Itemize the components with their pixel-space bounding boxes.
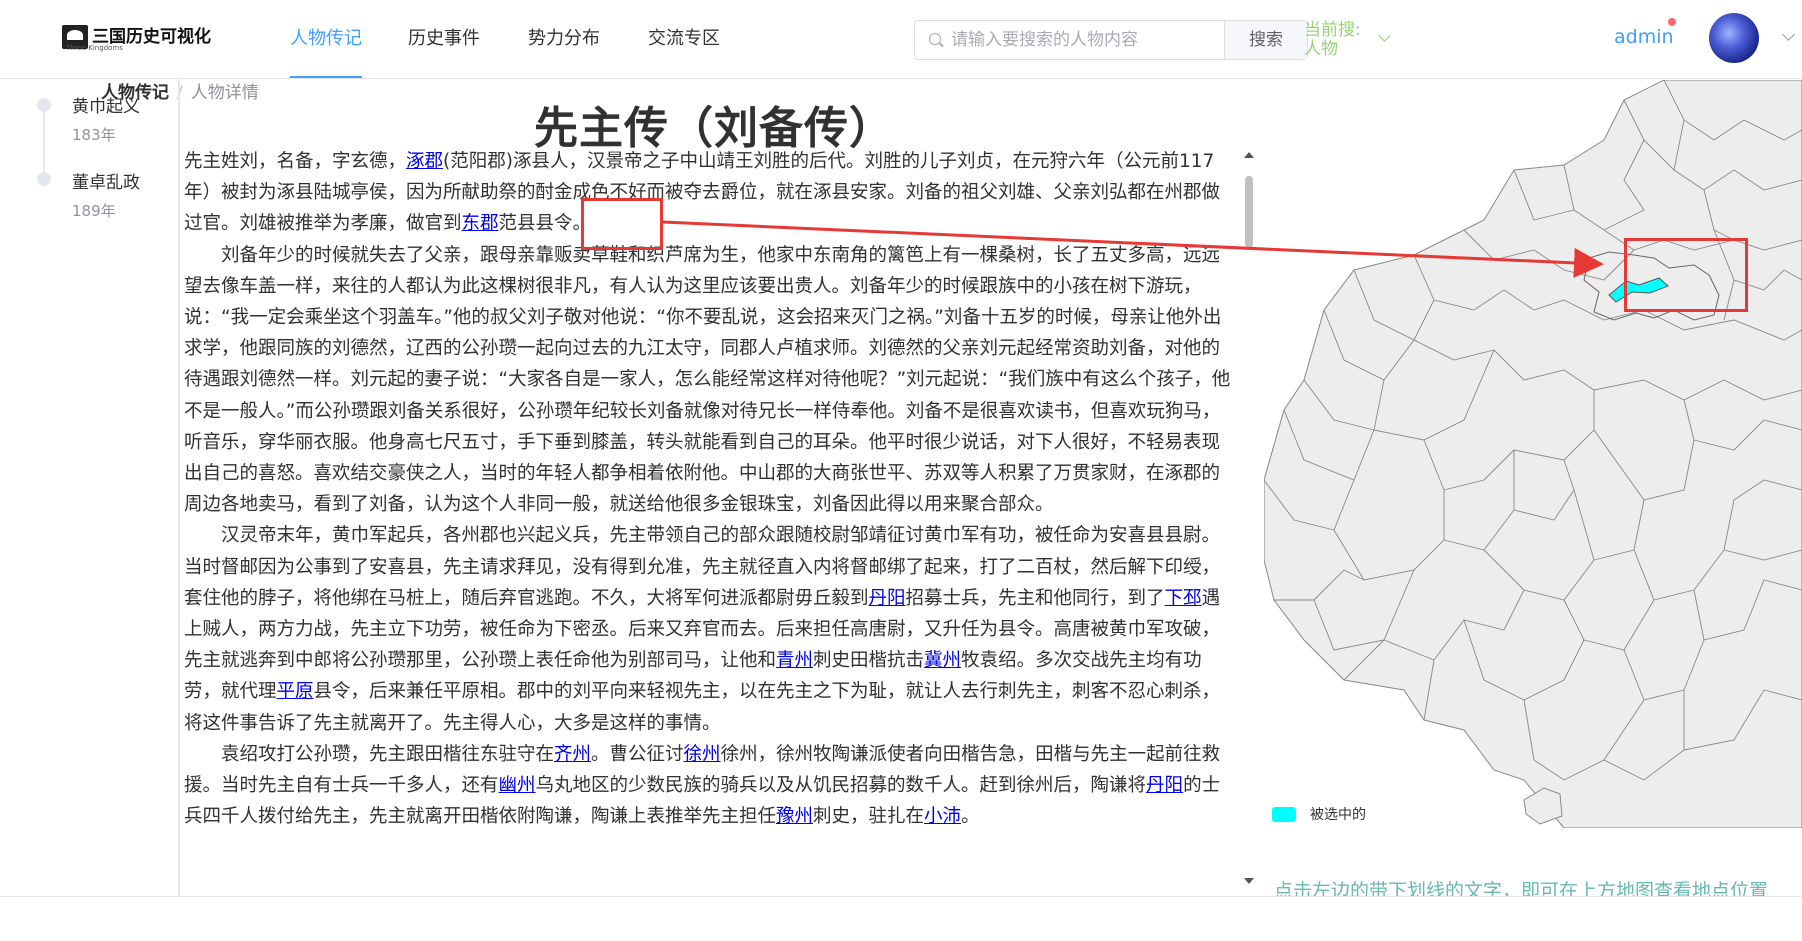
article-body: 先主姓刘，名备，字玄德，涿郡(范阳郡)涿县人，汉景帝之子中山靖王刘胜的后代。刘胜… xyxy=(184,146,1236,896)
place-link[interactable]: 徐州 xyxy=(684,744,721,765)
nav-tab-forum[interactable]: 交流专区 xyxy=(648,0,720,76)
breadcrumb-parent[interactable]: 人物传记 xyxy=(101,83,169,103)
place-link[interactable]: 丹阳 xyxy=(869,588,906,609)
place-link[interactable]: 幽州 xyxy=(499,775,536,796)
nav-tab-territory[interactable]: 势力分布 xyxy=(528,0,600,76)
place-link[interactable]: 青州 xyxy=(776,650,813,671)
timeline-dot xyxy=(37,98,51,112)
timeline-item-title[interactable]: 董卓乱政 xyxy=(72,168,140,193)
logo-subtitle: Three Kingdoms xyxy=(66,44,123,52)
map-island xyxy=(1523,787,1563,825)
search-input[interactable] xyxy=(949,21,1224,59)
timeline-dot xyxy=(37,172,51,186)
legend-label: 被选中的 xyxy=(1310,807,1366,823)
event-timeline: 黄巾起义 183年 董卓乱政 189年 xyxy=(0,78,180,896)
timeline-item-year: 189年 xyxy=(72,202,116,220)
place-link[interactable]: 丹阳 xyxy=(1146,775,1183,796)
place-link[interactable]: 东郡 xyxy=(462,213,499,234)
article-paragraph: 汉灵帝末年，黄巾军起兵，各州郡也兴起义兵，先主带领自己的部众跟随校尉邹靖征讨黄巾… xyxy=(184,525,1221,734)
place-link[interactable]: 涿郡 xyxy=(406,151,443,172)
current-search-select[interactable]: 当前搜:人物 xyxy=(1304,21,1374,59)
legend-swatch xyxy=(1272,806,1296,822)
article-paragraph: 先主姓刘，名备，字玄德，涿郡(范阳郡)涿县人，汉景帝之子中山靖王刘胜的后代。刘胜… xyxy=(184,151,1221,235)
annotation-highlight-box xyxy=(1624,238,1748,312)
place-link[interactable]: 小沛 xyxy=(924,806,961,827)
notification-dot xyxy=(1668,18,1676,26)
search-box: 搜索 xyxy=(914,20,1308,60)
location-map[interactable] xyxy=(1264,80,1802,828)
search-icon xyxy=(915,21,949,59)
article-scrollbar[interactable] xyxy=(1244,152,1254,886)
nav-tab-events[interactable]: 历史事件 xyxy=(408,0,480,76)
article-paragraph: 刘备年少的时候就失去了父亲，跟母亲靠贩卖草鞋和织芦席为生，他家中东南角的篱笆上有… xyxy=(184,244,1231,516)
place-link[interactable]: 豫州 xyxy=(776,806,813,827)
bottom-bar xyxy=(0,896,1802,941)
place-link[interactable]: 平原 xyxy=(277,681,314,702)
place-link[interactable]: 冀州 xyxy=(924,650,961,671)
timeline-line xyxy=(43,104,45,182)
scrollbar-thumb[interactable] xyxy=(1245,176,1253,248)
breadcrumb-current: 人物详情 xyxy=(190,83,259,103)
place-link[interactable]: 下邳 xyxy=(1165,588,1202,609)
chevron-down-icon[interactable] xyxy=(1378,29,1391,42)
timeline-item-year: 183年 xyxy=(72,126,116,144)
place-link[interactable]: 齐州 xyxy=(554,744,591,765)
avatar[interactable] xyxy=(1709,13,1759,63)
chevron-down-icon[interactable] xyxy=(1782,28,1795,41)
annotation-highlight-box xyxy=(581,198,663,250)
nav-tab-biography[interactable]: 人物传记 xyxy=(290,0,362,78)
scroll-down-arrow-icon[interactable] xyxy=(1244,878,1254,884)
top-header: 三国历史可视化 Three Kingdoms 人物传记 历史事件 势力分布 交流… xyxy=(0,0,1802,79)
map-legend: 被选中的 xyxy=(1272,804,1366,824)
scroll-up-arrow-icon[interactable] xyxy=(1244,152,1254,158)
username[interactable]: admin xyxy=(1614,26,1674,48)
search-button[interactable]: 搜索 xyxy=(1224,21,1307,59)
map-svg xyxy=(1264,80,1802,828)
article-paragraph: 袁绍攻打公孙瓒，先主跟田楷往东驻守在齐州。曹公征讨徐州徐州，徐州牧陶谦派使者向田… xyxy=(184,743,1221,828)
content-divider xyxy=(178,78,180,896)
